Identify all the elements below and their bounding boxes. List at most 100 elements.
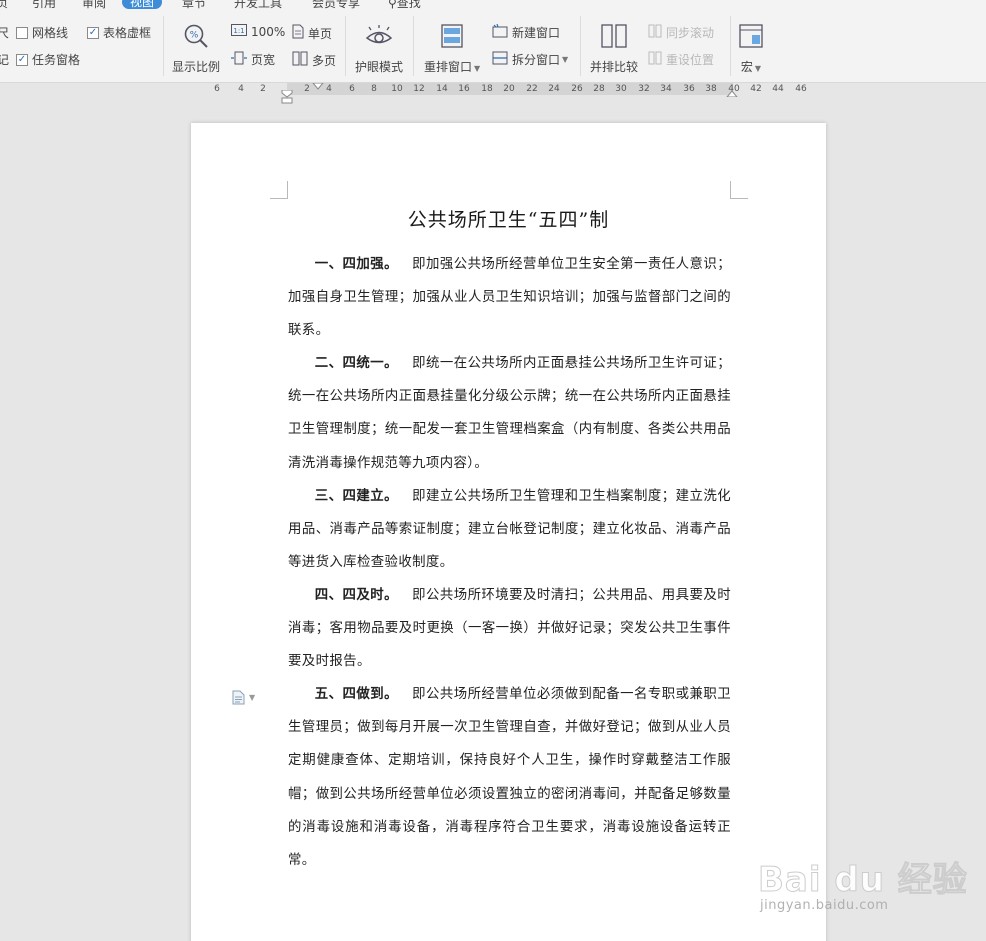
- zoom-icon: %: [183, 22, 209, 50]
- paragraph[interactable]: 五、四做到。 即公共场所经营单位必须做到配备一名专职或兼职卫生管理员；做到每月开展…: [288, 678, 731, 877]
- ruler-tick-label: 2: [304, 84, 310, 94]
- paragraph-heading: 一、四加强。: [314, 257, 399, 272]
- single-page-button[interactable]: 单页: [292, 24, 332, 42]
- ruler-tick-label: 18: [481, 84, 493, 94]
- sync-scroll-button[interactable]: 同步滚动: [648, 24, 714, 41]
- watermark-url: jingyan.baidu.com: [760, 898, 889, 913]
- ruler-tick-label: 8: [371, 84, 377, 94]
- ruler-tick-label: 34: [660, 84, 672, 94]
- right-indent-marker[interactable]: [726, 89, 738, 97]
- sync-scroll-icon: [648, 24, 662, 41]
- svg-text:1:1: 1:1: [233, 27, 244, 35]
- tab-references[interactable]: 引用: [32, 0, 56, 10]
- ruler-tick-label: 26: [571, 84, 583, 94]
- first-line-indent-marker[interactable]: [312, 83, 324, 91]
- left-indent-marker[interactable]: [281, 90, 293, 104]
- single-page-icon: [292, 24, 304, 42]
- paragraph-doc-icon: [232, 690, 245, 705]
- eye-icon: [365, 22, 393, 50]
- gridlines-checkbox[interactable]: 网格线: [16, 24, 68, 41]
- dropdown-arrow-icon: ▼: [562, 55, 569, 64]
- dropdown-arrow-icon: ▼: [249, 693, 256, 702]
- paragraph[interactable]: 四、四及时。 即公共场所环境要及时清扫；公共用品、用具要及时消毒；客用物品要及时更…: [288, 579, 731, 678]
- document-body[interactable]: 一、四加强。 即加强公共场所经营单位卫生安全第一责任人意识；加强自身卫生管理；加强…: [288, 248, 731, 877]
- ruler-tick-label: 46: [795, 84, 807, 94]
- ruler-tick-label: 42: [750, 84, 762, 94]
- ruler-tick-label: 44: [772, 84, 784, 94]
- ribbon-divider: [413, 16, 414, 76]
- tab-page[interactable]: 页: [0, 0, 8, 10]
- paragraph[interactable]: 二、四统一。 即统一在公共场所内正面悬挂公共场所卫生许可证；统一在公共场所内正面悬…: [288, 347, 731, 479]
- tab-developer[interactable]: 开发工具: [234, 0, 282, 10]
- ribbon-divider: [163, 16, 164, 76]
- margin-corner-mark: [730, 181, 748, 199]
- macro-button[interactable]: 宏 ▼: [739, 22, 763, 75]
- baidu-jingyan-watermark: Bai du 经验 jingyan.baidu.com: [758, 838, 968, 918]
- search-icon: ⚲: [388, 0, 397, 10]
- paragraph-handle[interactable]: ▼: [232, 690, 255, 705]
- ruler-tick-label: 28: [593, 84, 605, 94]
- document-page[interactable]: 公共场所卫生“五四”制 一、四加强。 即加强公共场所经营单位卫生安全第一责任人意识…: [191, 123, 826, 941]
- zoom-button[interactable]: % 显示比例: [172, 22, 220, 75]
- ruler-tick-label: 6: [349, 84, 355, 94]
- arrange-window-icon: [441, 22, 463, 50]
- ruler-tick-label: 4: [326, 84, 332, 94]
- margin-corner-mark: [270, 181, 288, 199]
- ruler-tick-label: 10: [391, 84, 403, 94]
- side-by-side-icon: [601, 22, 627, 50]
- side-by-side-button[interactable]: 并排比较: [590, 22, 638, 75]
- new-window-icon: [492, 23, 508, 41]
- zoom-100-button[interactable]: 1:1 100%: [231, 24, 285, 39]
- ruler-tick-label: 38: [705, 84, 717, 94]
- reset-position-icon: [648, 51, 662, 68]
- svg-text:%: %: [190, 31, 199, 41]
- arrange-window-button[interactable]: 重排窗口 ▼: [424, 22, 480, 75]
- paragraph[interactable]: 三、四建立。 即建立公共场所卫生管理和卫生档案制度；建立洗化用品、消毒产品等索证制…: [288, 480, 731, 579]
- paragraph[interactable]: 一、四加强。 即加强公共场所经营单位卫生安全第一责任人意识；加强自身卫生管理；加强…: [288, 248, 731, 347]
- ruler-tick-label: 20: [503, 84, 515, 94]
- paragraph-heading: 四、四及时。: [314, 587, 399, 603]
- tab-chapter[interactable]: 章节: [182, 0, 206, 10]
- dropdown-arrow-icon: ▼: [474, 64, 481, 73]
- checkbox-checked-icon: ✓: [87, 26, 99, 39]
- page-width-button[interactable]: 页宽: [231, 51, 275, 68]
- watermark-logo: Bai du 经验: [758, 860, 968, 901]
- ribbon-divider: [345, 16, 346, 76]
- ribbon-divider: [580, 16, 581, 76]
- ruler-tick-label: 36: [683, 84, 695, 94]
- tab-view[interactable]: 视图: [122, 0, 163, 9]
- macro-icon: [739, 22, 763, 50]
- task-pane-checkbox[interactable]: ✓ 任务窗格: [16, 51, 80, 68]
- paragraph-heading: 三、四建立。: [314, 488, 399, 504]
- search-box[interactable]: ⚲查找: [388, 0, 421, 10]
- ruler-tick-label: 22: [526, 84, 538, 94]
- horizontal-ruler[interactable]: 6 4 2 2 4 6 8 10 12 14 16 18 20 22 24 26 28 30 32 34 36 38 40 4…: [0, 83, 986, 104]
- multi-page-icon: [292, 51, 308, 69]
- paragraph-text: 即统一在公共场所内正面悬挂公共场所卫生许可证；统一在公共场所内正面悬挂量化分级公…: [288, 356, 731, 471]
- multi-page-button[interactable]: 多页: [292, 51, 336, 69]
- ruler-tick-label: 12: [413, 84, 425, 94]
- reset-position-button[interactable]: 重设位置: [648, 51, 714, 68]
- ribbon-divider: [730, 16, 731, 76]
- eye-mode-button[interactable]: 护眼模式: [355, 22, 403, 75]
- page-width-icon: [231, 51, 247, 68]
- paragraph-heading: 二、四统一。: [314, 356, 399, 372]
- mark-toggle-partial[interactable]: 记: [0, 51, 9, 68]
- ruler-tick-label: 16: [458, 84, 470, 94]
- checkbox-unchecked-icon: [16, 26, 28, 39]
- tab-member[interactable]: 会员专享: [312, 0, 360, 10]
- split-window-button[interactable]: 拆分窗口 ▼: [492, 51, 568, 68]
- ruler-toggle-partial[interactable]: 尺: [0, 24, 9, 41]
- table-dashed-checkbox[interactable]: ✓ 表格虚框: [87, 24, 151, 41]
- ruler-tick-label: 6: [214, 84, 220, 94]
- new-window-button[interactable]: 新建窗口: [492, 23, 560, 41]
- paragraph-text: 即公共场所经营单位必须做到配备一名专职或兼职卫生管理员；做到每月开展一次卫生管理…: [288, 687, 731, 868]
- tab-review[interactable]: 审阅: [82, 0, 106, 10]
- menu-bar: 页 引用 审阅 视图 章节 开发工具 会员专享 ⚲查找: [0, 0, 986, 10]
- ribbon-view: 尺 记 网格线 ✓ 表格虚框 ✓ 任务窗格 % 显示比例 1:1 100% 页宽 单页…: [0, 10, 986, 83]
- document-title[interactable]: 公共场所卫生“五四”制: [191, 205, 826, 232]
- ruler-tick-label: 14: [436, 84, 448, 94]
- ruler-tick-label: 4: [238, 84, 244, 94]
- checkbox-checked-icon: ✓: [16, 53, 28, 66]
- ruler-tick-label: 2: [260, 84, 266, 94]
